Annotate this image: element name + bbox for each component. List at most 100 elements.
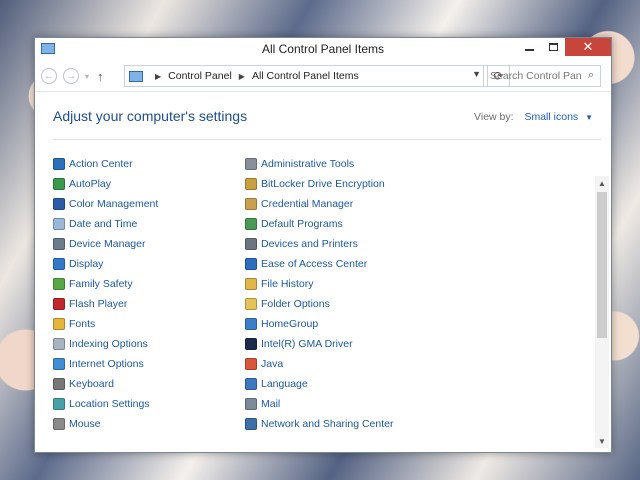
- close-button[interactable]: ✕: [565, 38, 611, 56]
- keyboard-icon: [53, 378, 65, 390]
- control-panel-item[interactable]: File History: [245, 274, 394, 294]
- control-panel-item[interactable]: Folder Options: [245, 294, 394, 314]
- indexing-icon: [53, 338, 65, 350]
- search-icon[interactable]: ⌕: [588, 69, 594, 82]
- address-bar[interactable]: ▶ Control Panel ▶ All Control Panel Item…: [124, 65, 510, 87]
- language-icon: [245, 378, 257, 390]
- control-panel-item[interactable]: Mail: [245, 394, 394, 414]
- items-column-left: Action Center AutoPlay Color Management Dat…: [53, 154, 158, 434]
- default-programs-icon: [245, 218, 257, 230]
- forward-arrow-icon: →: [66, 70, 76, 82]
- control-panel-item[interactable]: Network and Sharing Center: [245, 414, 394, 434]
- breadcrumb-control-panel[interactable]: Control Panel: [168, 70, 232, 82]
- minimize-button[interactable]: [517, 38, 541, 56]
- control-panel-item[interactable]: Language: [245, 374, 394, 394]
- ease-access-icon: [245, 258, 257, 270]
- file-history-icon: [245, 278, 257, 290]
- item-label: Family Safety: [69, 278, 133, 290]
- printer-icon: [245, 238, 257, 250]
- control-panel-item[interactable]: Device Manager: [53, 234, 158, 254]
- scroll-thumb[interactable]: [597, 192, 607, 338]
- control-panel-item[interactable]: Default Programs: [245, 214, 394, 234]
- back-button[interactable]: ←: [41, 68, 57, 84]
- close-icon: ✕: [582, 39, 594, 54]
- forward-button[interactable]: →: [63, 68, 79, 84]
- item-label: Folder Options: [261, 298, 330, 310]
- item-label: Internet Options: [69, 358, 144, 370]
- control-panel-item[interactable]: Action Center: [53, 154, 158, 174]
- flash-icon: [53, 298, 65, 310]
- back-arrow-icon: ←: [44, 70, 54, 82]
- device-manager-icon: [53, 238, 65, 250]
- item-label: Java: [261, 358, 284, 370]
- control-panel-item[interactable]: Flash Player: [53, 294, 158, 314]
- item-label: Mail: [261, 398, 281, 410]
- control-panel-item[interactable]: Color Management: [53, 194, 158, 214]
- mail-icon: [245, 398, 257, 410]
- item-label: Date and Time: [69, 218, 138, 230]
- control-panel-item[interactable]: Indexing Options: [53, 334, 158, 354]
- navigation-bar: ← → ▾ ↑ ▶ Control Panel ▶ All Control Pa…: [35, 61, 611, 91]
- chevron-down-icon[interactable]: ▼: [472, 69, 481, 79]
- view-by-control: View by: Small icons ▼: [474, 111, 593, 123]
- control-panel-item[interactable]: HomeGroup: [245, 314, 394, 334]
- item-label: Device Manager: [69, 238, 146, 250]
- scroll-down-icon[interactable]: ▼: [595, 434, 609, 448]
- control-panel-item[interactable]: BitLocker Drive Encryption: [245, 174, 394, 194]
- control-panel-item[interactable]: Fonts: [53, 314, 158, 334]
- control-panel-item[interactable]: Ease of Access Center: [245, 254, 394, 274]
- clock-icon: [53, 218, 65, 230]
- control-panel-item[interactable]: Internet Options: [53, 354, 158, 374]
- autoplay-icon: [53, 178, 65, 190]
- display-icon: [53, 258, 65, 270]
- breadcrumb-all-items[interactable]: All Control Panel Items: [252, 70, 359, 82]
- item-label: Location Settings: [69, 398, 150, 410]
- item-label: AutoPlay: [69, 178, 112, 190]
- control-panel-item[interactable]: AutoPlay: [53, 174, 158, 194]
- homegroup-icon: [245, 318, 257, 330]
- flag-icon: [53, 158, 65, 170]
- family-safety-icon: [53, 278, 65, 290]
- control-panel-item[interactable]: Date and Time: [53, 214, 158, 234]
- item-label: Devices and Printers: [261, 238, 358, 250]
- title-bar: All Control Panel Items ✕: [35, 38, 611, 61]
- item-label: Language: [261, 378, 308, 390]
- view-by-dropdown[interactable]: Small icons: [524, 111, 578, 123]
- control-panel-item[interactable]: Devices and Printers: [245, 234, 394, 254]
- control-panel-item[interactable]: Keyboard: [53, 374, 158, 394]
- maximize-button[interactable]: [541, 38, 565, 56]
- control-panel-window: All Control Panel Items ✕ ← → ▾ ↑ ▶ Cont…: [34, 37, 612, 453]
- control-panel-item[interactable]: Administrative Tools: [245, 154, 394, 174]
- intel-icon: [245, 338, 257, 350]
- control-panel-small-icon: [129, 70, 143, 82]
- control-panel-item[interactable]: Intel(R) GMA Driver: [245, 334, 394, 354]
- credential-icon: [245, 198, 257, 210]
- up-button[interactable]: ↑: [97, 69, 104, 84]
- search-box[interactable]: ⌕: [483, 65, 601, 87]
- control-panel-item[interactable]: Location Settings: [53, 394, 158, 414]
- fonts-icon: [53, 318, 65, 330]
- vertical-scrollbar[interactable]: ▲ ▼: [595, 176, 609, 448]
- breadcrumb-separator-icon: ▶: [238, 71, 245, 81]
- control-panel-item[interactable]: Mouse: [53, 414, 158, 434]
- divider: [53, 139, 601, 140]
- control-panel-item[interactable]: Credential Manager: [245, 194, 394, 214]
- control-panel-item[interactable]: Java: [245, 354, 394, 374]
- recent-locations-dropdown[interactable]: ▾: [85, 72, 89, 81]
- window-controls: ✕: [517, 38, 611, 56]
- scroll-up-icon[interactable]: ▲: [595, 176, 609, 190]
- minimize-icon: [524, 49, 534, 51]
- item-label: Action Center: [69, 158, 133, 170]
- item-label: Flash Player: [69, 298, 128, 310]
- control-panel-items: Action Center AutoPlay Color Management Dat…: [35, 154, 593, 448]
- view-by-label: View by:: [474, 111, 514, 123]
- mouse-icon: [53, 418, 65, 430]
- control-panel-item[interactable]: Family Safety: [53, 274, 158, 294]
- search-input[interactable]: [490, 70, 582, 82]
- item-label: Color Management: [69, 198, 159, 210]
- item-label: Ease of Access Center: [261, 258, 368, 270]
- item-label: Keyboard: [69, 378, 114, 390]
- control-panel-item[interactable]: Display: [53, 254, 158, 274]
- maximize-icon: [548, 43, 558, 51]
- dropdown-arrow-icon[interactable]: ▼: [585, 113, 593, 122]
